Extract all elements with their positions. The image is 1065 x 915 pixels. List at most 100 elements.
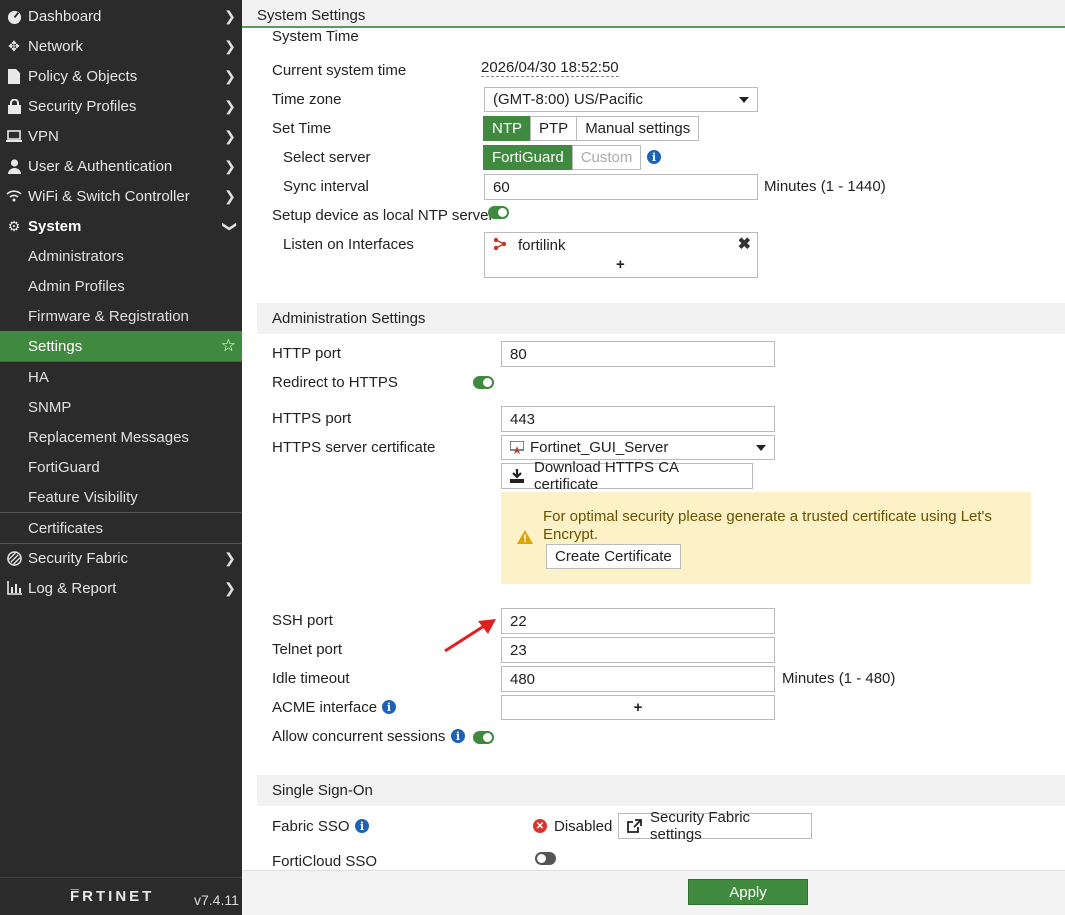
sidebar-item-settings[interactable]: Settings ☆ (0, 331, 242, 361)
sidebar-item-ha[interactable]: HA (0, 362, 242, 392)
local-ntp-toggle[interactable] (488, 206, 509, 219)
gear-icon: ⚙ (7, 217, 21, 234)
dashboard-icon (0, 9, 28, 24)
server-fortiguard[interactable]: FortiGuard (483, 145, 573, 170)
set-time-toggle[interactable]: NTP PTP Manual settings (483, 116, 700, 141)
apply-button[interactable]: Apply (688, 879, 808, 905)
listen-interfaces-label: Listen on Interfaces (283, 236, 414, 253)
settings-content[interactable]: System Time Current system time 2026/04/… (242, 28, 1065, 870)
timezone-select[interactable]: (GMT-8:00) US/Pacific (484, 87, 758, 112)
chevron-right-icon: ❯ (224, 127, 236, 144)
download-ca-button[interactable]: Download HTTPS CA certificate (501, 459, 753, 494)
info-icon[interactable]: i (451, 729, 465, 743)
policy-icon (0, 68, 28, 84)
idle-timeout-label: Idle timeout (272, 670, 350, 687)
info-icon[interactable]: i (355, 819, 369, 833)
set-time-manual[interactable]: Manual settings (576, 116, 700, 141)
nav-security-fabric[interactable]: Security Fabric ❯ (0, 543, 242, 573)
page-header: System Settings (242, 0, 1065, 28)
sub-label: SNMP (28, 398, 72, 416)
nav-policy-objects[interactable]: Policy & Objects ❯ (0, 61, 242, 91)
nav-user-authentication[interactable]: User & Authentication ❯ (0, 151, 242, 181)
chart-icon (0, 581, 28, 595)
apply-bar: Apply (242, 870, 1065, 915)
version-label: v7.4.11 (194, 892, 239, 908)
nav-label: Dashboard (28, 7, 102, 25)
nav-label: Network (28, 37, 84, 55)
certificate-icon (510, 441, 524, 454)
server-custom[interactable]: Custom (571, 145, 642, 170)
nav-vpn[interactable]: VPN ❯ (0, 121, 242, 151)
sub-label: Administrators (28, 247, 124, 265)
nav-label: WiFi & Switch Controller (28, 187, 190, 205)
set-time-ptp[interactable]: PTP (530, 116, 578, 141)
ssh-port-value: 22 (510, 612, 527, 630)
chevron-down-icon: ❯ (222, 220, 239, 232)
red-arrow-annotation (442, 618, 498, 658)
sub-label: Firmware & Registration (28, 307, 189, 325)
chevron-right-icon: ❯ (224, 549, 236, 566)
sync-interval-value: 60 (493, 178, 510, 196)
sidebar-item-fortiguard[interactable]: FortiGuard (0, 452, 242, 482)
create-certificate-label: Create Certificate (555, 548, 672, 565)
sidebar-footer: F̅RTINET v7.4.11 (0, 877, 242, 915)
nav-log-report[interactable]: Log & Report ❯ (0, 573, 242, 603)
idle-timeout-input[interactable]: 480 (501, 666, 775, 692)
nav-security-profiles[interactable]: Security Profiles ❯ (0, 91, 242, 121)
sidebar-item-snmp[interactable]: SNMP (0, 392, 242, 422)
user-icon (0, 158, 28, 174)
dropdown-arrow-icon (739, 97, 749, 103)
close-icon[interactable]: ✖ (738, 234, 751, 254)
info-icon[interactable]: i (382, 700, 396, 714)
nav-dashboard[interactable]: Dashboard ❯ (0, 1, 242, 31)
fabric-sso-label: Fabric SSO (272, 818, 350, 835)
listen-interfaces-box[interactable]: fortilink ✖ + (484, 232, 758, 278)
idle-timeout-value: 480 (510, 670, 536, 688)
http-port-input[interactable]: 80 (501, 341, 775, 367)
forticloud-sso-toggle[interactable] (535, 852, 556, 865)
chevron-right-icon: ❯ (224, 67, 236, 84)
nav-label: VPN (28, 127, 59, 145)
sidebar-item-administrators[interactable]: Administrators (0, 241, 242, 271)
add-acme-button[interactable]: + (634, 699, 643, 716)
sync-interval-input[interactable]: 60 (484, 174, 758, 200)
select-server-toggle[interactable]: FortiGuard Custom (483, 145, 642, 170)
ssh-port-input[interactable]: 22 (501, 608, 775, 634)
section-title-system-time: System Time (272, 28, 359, 45)
laptop-icon (0, 129, 28, 143)
nav-label: Security Fabric (28, 549, 129, 567)
warning-text: For optimal security please generate a t… (543, 508, 992, 543)
create-certificate-button[interactable]: Create Certificate (546, 544, 681, 569)
sidebar-item-replacement-messages[interactable]: Replacement Messages (0, 422, 242, 452)
redirect-https-toggle[interactable] (473, 376, 494, 389)
sync-interval-unit: Minutes (1 - 1440) (764, 178, 886, 195)
nav-network[interactable]: ✥ Network ❯ (0, 31, 242, 61)
info-icon[interactable]: i (647, 150, 661, 164)
nav-wifi-switch[interactable]: WiFi & Switch Controller ❯ (0, 181, 242, 211)
current-time-value[interactable]: 2026/04/30 18:52:50 (481, 59, 619, 77)
sidebar-item-admin-profiles[interactable]: Admin Profiles (0, 271, 242, 301)
sync-interval-label: Sync interval (283, 178, 369, 195)
sidebar-item-certificates[interactable]: Certificates (0, 513, 242, 543)
telnet-port-input[interactable]: 23 (501, 637, 775, 663)
security-fabric-settings-button[interactable]: Security Fabric settings (618, 809, 812, 843)
sub-label: Settings (28, 337, 83, 355)
acme-interface-input[interactable]: + (501, 695, 775, 720)
set-time-label: Set Time (272, 120, 332, 137)
concurrent-sessions-toggle[interactable] (473, 731, 494, 744)
sidebar-item-feature-visibility[interactable]: Feature Visibility (0, 482, 242, 512)
https-cert-select[interactable]: Fortinet_GUI_Server (501, 435, 775, 460)
security-fabric-settings-label: Security Fabric settings (650, 809, 751, 843)
nav-system[interactable]: ⚙ System ❯ (0, 211, 242, 241)
network-icon: ✥ (8, 37, 20, 54)
https-port-input[interactable]: 443 (501, 406, 775, 432)
external-link-icon (627, 819, 642, 833)
add-interface-button[interactable]: + (616, 256, 625, 273)
timezone-value: (GMT-8:00) US/Pacific (493, 91, 644, 108)
sidebar-item-firmware[interactable]: Firmware & Registration (0, 301, 242, 331)
set-time-ntp[interactable]: NTP (483, 116, 531, 141)
star-icon[interactable]: ☆ (221, 336, 236, 356)
https-cert-value: Fortinet_GUI_Server (530, 439, 669, 456)
chevron-right-icon: ❯ (224, 157, 236, 174)
nav-label: System (28, 217, 82, 235)
